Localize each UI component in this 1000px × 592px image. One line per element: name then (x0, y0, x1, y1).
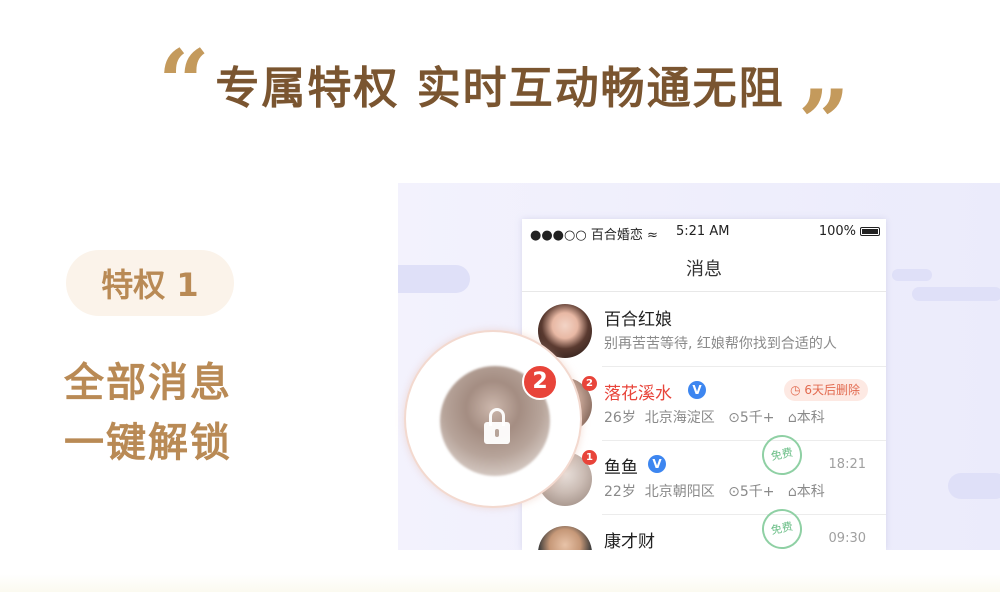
locked-avatar-magnifier: 2 (404, 330, 582, 508)
lock-keyhole (495, 429, 499, 437)
cloud-decoration (948, 473, 1000, 499)
cloud-decoration (892, 269, 932, 281)
delete-countdown-tag: ◷ 6天后删除 (784, 379, 868, 401)
carrier-label: ●●●○○ 百合婚恋 ≈ (530, 228, 658, 243)
contact-name: 落花溪水 (604, 384, 672, 404)
unread-count-badge: 2 (522, 364, 558, 400)
delete-countdown-label: 6天后删除 (804, 383, 860, 397)
age-label: 22岁 (604, 484, 636, 500)
age-label: 26岁 (604, 410, 636, 426)
bottom-strip (0, 574, 1000, 592)
status-bar: ●●●○○ 百合婚恋 ≈ 5:21 AM 100% (522, 219, 886, 243)
battery-icon (860, 227, 880, 236)
contact-name: 康才财 (604, 532, 655, 550)
education-label: 本科 (796, 484, 825, 500)
battery-percent: 100% (818, 224, 856, 239)
page-title: 专属特权 实时互动畅通无阻 (215, 63, 785, 114)
profile-info: 22岁 北京朝阳区 ⊙5千+ ⌂本科 (604, 481, 825, 501)
education-label: 本科 (796, 410, 825, 426)
income-icon: ⊙ (728, 410, 740, 426)
verified-icon: V (688, 381, 706, 399)
message-row[interactable]: 百合红娘 别再苦苦等待, 红娘帮你找到合适的人 (522, 293, 886, 367)
nav-title: 消息 (686, 259, 722, 280)
education-icon: ⌂ (787, 484, 797, 500)
profile-info: 26岁 北京海淀区 ⊙5千+ ⌂本科 (604, 407, 825, 427)
phone-screen: ●●●○○ 百合婚恋 ≈ 5:21 AM 100% 消息 百合红娘 别再苦苦等待… (522, 219, 886, 550)
message-row[interactable]: 1 鱼鱼 V 免费 18:21 22岁 北京朝阳区 ⊙5千+ ⌂本科 (522, 431, 886, 515)
unread-badge: 2 (582, 376, 597, 391)
avatar (538, 526, 592, 550)
close-quote-mark: ” (798, 70, 850, 176)
location-label: 北京海淀区 (644, 410, 715, 426)
income-label: 5千+ (739, 410, 775, 426)
message-preview: 别再苦苦等待, 红娘帮你找到合适的人 (604, 336, 837, 352)
location-label: 北京朝阳区 (644, 484, 715, 500)
clock-icon: ◷ (790, 383, 805, 397)
cloud-decoration (912, 287, 1000, 301)
message-row[interactable]: 康才财 免费 09:30 (522, 505, 886, 550)
contact-name: 鱼鱼 (604, 458, 638, 478)
feature-title-line-1: 全部消息 (64, 360, 232, 406)
unread-badge: 1 (582, 450, 597, 465)
status-time: 5:21 AM (676, 224, 730, 239)
income-icon: ⊙ (728, 484, 740, 500)
contact-name: 百合红娘 (604, 310, 672, 330)
message-time: 18:21 (828, 457, 866, 472)
message-time: 09:30 (828, 531, 866, 546)
education-icon: ⌂ (787, 410, 797, 426)
cloud-decoration (398, 265, 470, 293)
income-label: 5千+ (739, 484, 775, 500)
verified-icon: V (648, 455, 666, 473)
feature-title-line-2: 一键解锁 (64, 420, 232, 466)
nav-divider (522, 291, 886, 292)
privilege-badge: 特权 1 (66, 250, 234, 316)
